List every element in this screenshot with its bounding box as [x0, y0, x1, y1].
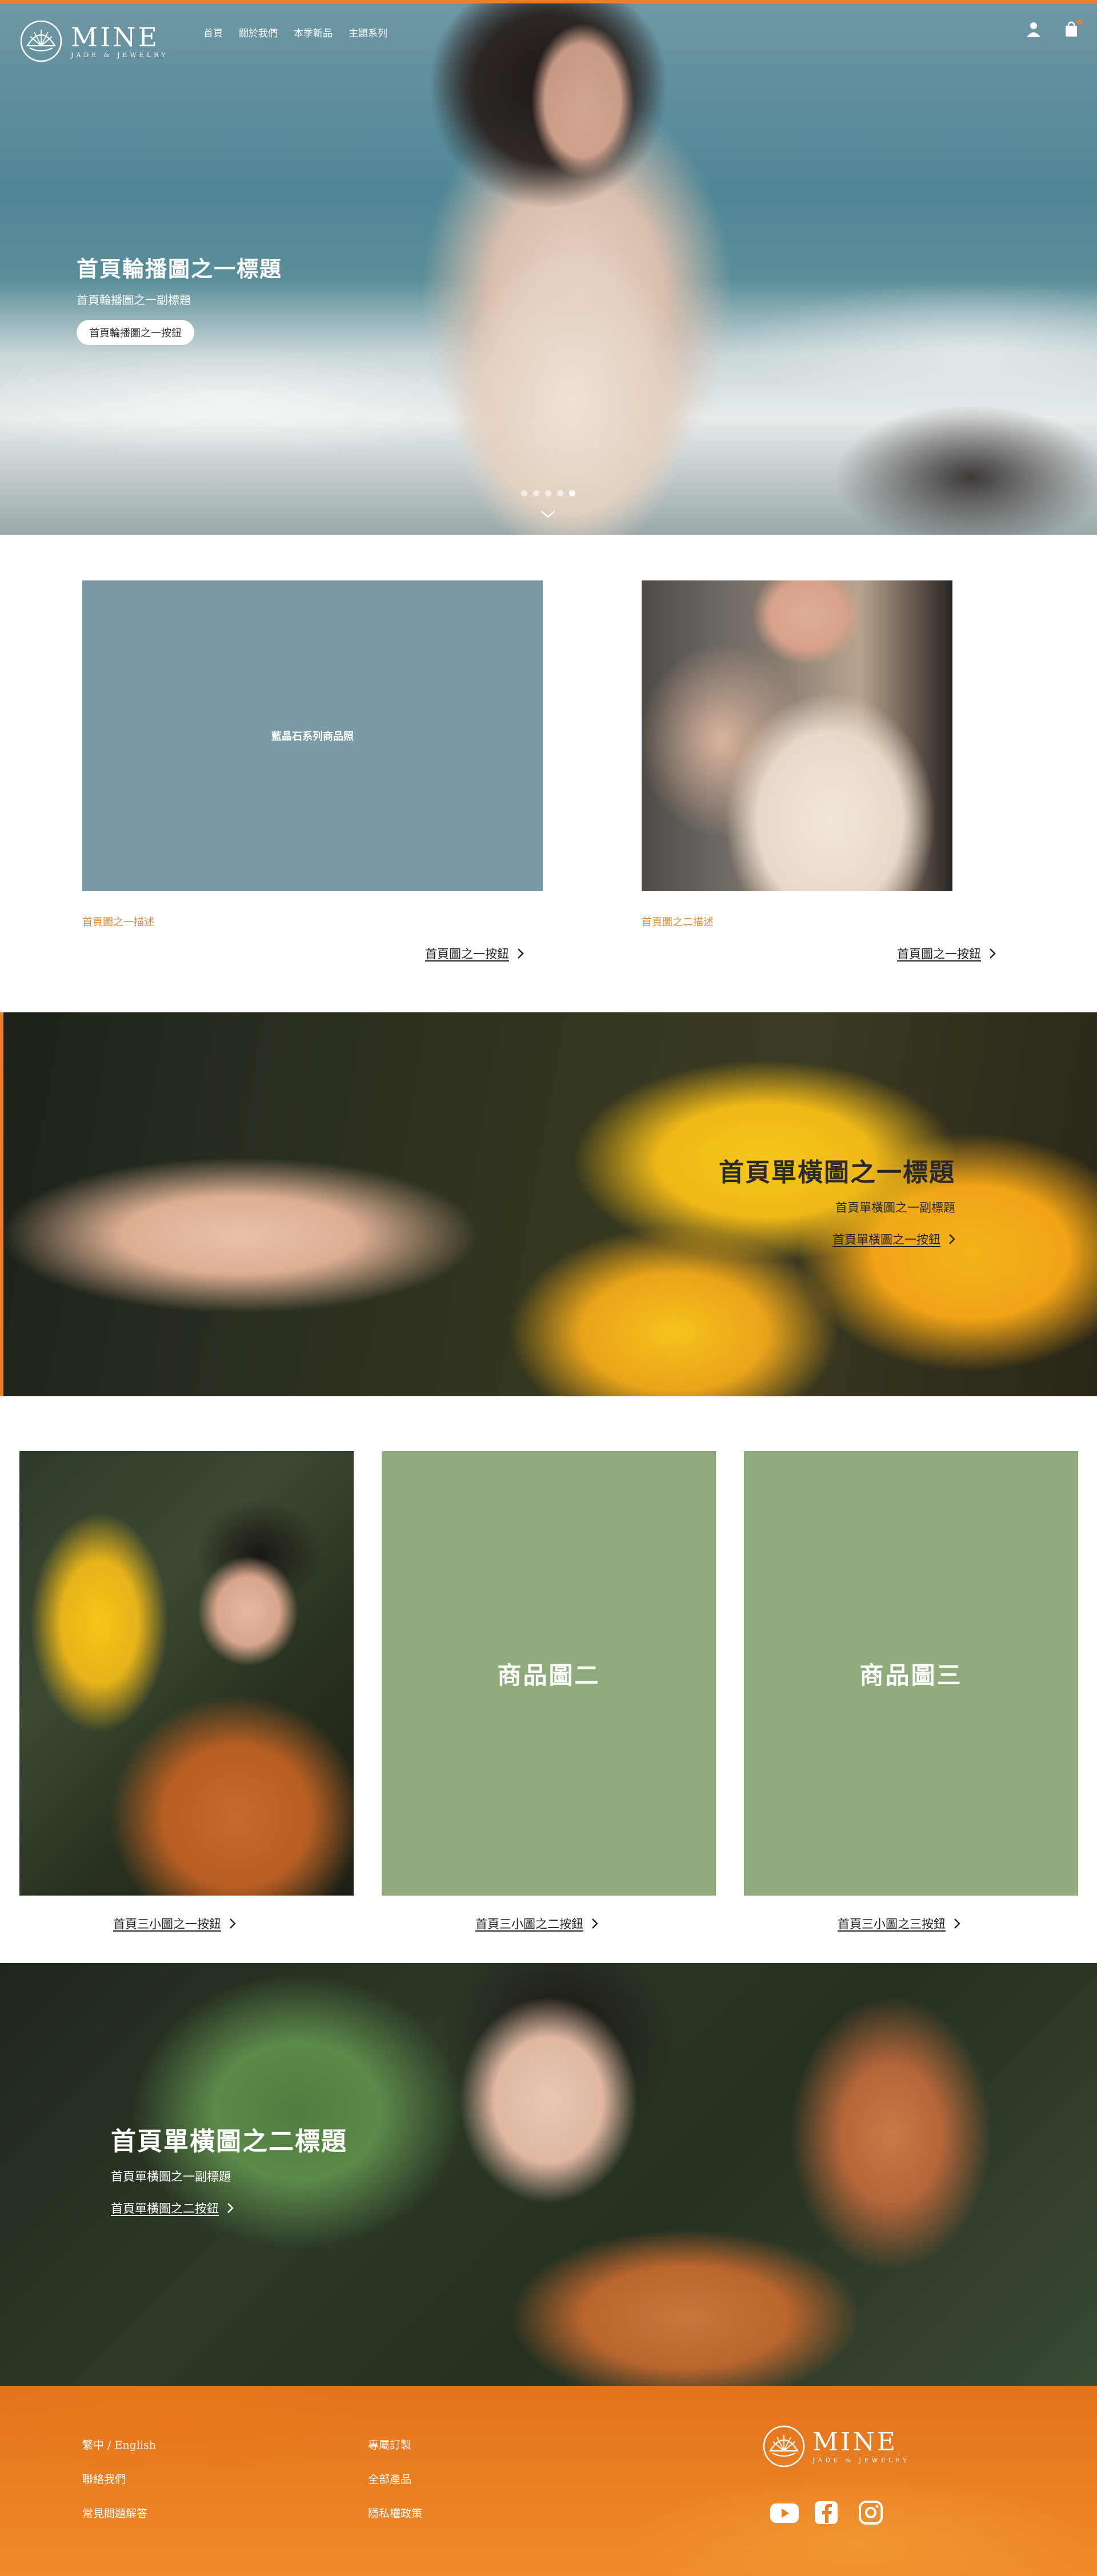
footer-link-contact[interactable]: 聯絡我們	[82, 2470, 156, 2489]
brand-name: MINE	[71, 21, 160, 53]
footer-column-2: 專屬訂製 全部產品 隱私權政策	[368, 2436, 422, 2523]
feature-card-kyanite[interactable]: 藍晶石系列商品照	[82, 580, 543, 891]
feature-card-label: 藍晶石系列商品照	[271, 731, 354, 743]
chevron-right-icon	[230, 1918, 236, 1929]
banner1-title: 首頁單橫圖之一標題	[719, 1158, 955, 1187]
shopping-bag-icon[interactable]	[1063, 19, 1082, 38]
nav-item-collections[interactable]: 主題系列	[349, 25, 387, 39]
chevron-right-icon	[954, 1918, 960, 1929]
footer-brand-name: MINE	[812, 2427, 898, 2457]
chevron-right-icon	[949, 1234, 955, 1244]
footer-link-privacy[interactable]: 隱私權政策	[368, 2505, 422, 2523]
small-card-button-2[interactable]: 首頁三小圖之二按鈕	[475, 1915, 598, 1932]
carousel-dot[interactable]	[569, 490, 575, 496]
hero-cta-button[interactable]: 首頁輪播圖之一按鈕	[77, 320, 194, 345]
header-icons	[1025, 19, 1082, 38]
carousel-dots	[521, 490, 575, 496]
facebook-icon[interactable]	[814, 2500, 839, 2525]
scroll-down-chevron-icon[interactable]	[541, 510, 555, 519]
small-card-button-1-label: 首頁三小圖之一按鈕	[113, 1917, 221, 1931]
small-card-product-2[interactable]: 商品圖二	[382, 1451, 716, 1896]
banner1-button-label: 首頁單橫圖之一按鈕	[832, 1233, 940, 1247]
site-header: MINE JADE & JEWELRY 首頁 關於我們 本季新品 主題系列	[0, 3, 1097, 66]
hero-subtitle: 首頁輪播圖之一副標題	[77, 293, 191, 307]
carousel-dot[interactable]	[533, 490, 539, 496]
brand-tagline: JADE & JEWELRY	[71, 51, 169, 59]
chevron-right-icon	[518, 948, 524, 959]
footer-link-faq[interactable]: 常見問題解答	[82, 2505, 156, 2523]
chevron-right-icon	[990, 948, 996, 959]
footer-link-all-products[interactable]: 全部產品	[368, 2470, 422, 2489]
small-card-button-2-label: 首頁三小圖之二按鈕	[475, 1917, 583, 1931]
user-icon[interactable]	[1025, 21, 1042, 38]
feature-description-2: 首頁圖之二描述	[642, 916, 714, 928]
chevron-right-icon	[227, 2203, 234, 2213]
footer-link-language[interactable]: 繁中 / English	[82, 2436, 156, 2454]
feature-button-2[interactable]: 首頁圖之一按鈕	[897, 945, 996, 962]
site-footer	[0, 2386, 1097, 2576]
small-card-product-3[interactable]: 商品圖三	[744, 1451, 1078, 1896]
banner2-title: 首頁單橫圖之二標題	[111, 2127, 347, 2156]
nav-item-about[interactable]: 關於我們	[239, 25, 278, 39]
footer-brand-tagline: JADE & JEWELRY	[812, 2456, 910, 2464]
footer-link-custom-order[interactable]: 專屬訂製	[368, 2436, 422, 2454]
shell-logo-icon	[763, 2425, 805, 2467]
banner2-button[interactable]: 首頁單橫圖之二按鈕	[111, 2200, 347, 2217]
banner-accent-border	[0, 1012, 3, 1396]
shell-logo-icon	[20, 20, 62, 62]
feature-description-1: 首頁圖之一描述	[82, 916, 154, 928]
cart-badge	[1077, 19, 1082, 25]
footer-column-1: 繁中 / English 聯絡我們 常見問題解答	[82, 2436, 156, 2523]
small-card-photo[interactable]	[19, 1451, 354, 1896]
feature-card-photo[interactable]	[642, 580, 952, 891]
youtube-icon[interactable]	[769, 2500, 799, 2525]
carousel-dot[interactable]	[557, 490, 563, 496]
small-card-label-2: 商品圖二	[497, 1661, 600, 1689]
social-links	[769, 2500, 883, 2525]
nav-item-new-arrivals[interactable]: 本季新品	[294, 25, 333, 39]
hero-model-photo	[377, 3, 811, 535]
small-card-button-3-label: 首頁三小圖之三按鈕	[838, 1917, 946, 1931]
brand-logo[interactable]: MINE JADE & JEWELRY	[19, 19, 168, 63]
carousel-dot[interactable]	[545, 490, 551, 496]
instagram-icon[interactable]	[858, 2500, 883, 2525]
carousel-dot[interactable]	[521, 490, 527, 496]
hero-content: 首頁輪播圖之一標題 首頁輪播圖之一副標題 首頁輪播圖之一按鈕	[77, 251, 282, 345]
small-card-label-3: 商品圖三	[859, 1661, 963, 1689]
chevron-right-icon	[592, 1918, 598, 1929]
small-card-button-1[interactable]: 首頁三小圖之一按鈕	[113, 1915, 236, 1932]
main-nav: 首頁 關於我們 本季新品 主題系列	[203, 25, 387, 39]
banner1-button[interactable]: 首頁單橫圖之一按鈕	[719, 1231, 955, 1248]
top-accent-line	[0, 0, 1097, 3]
footer-brand-logo[interactable]: MINE JADE & JEWELRY	[762, 2425, 910, 2468]
banner1-subtitle: 首頁單橫圖之一副標題	[835, 1201, 955, 1215]
banner2-content: 首頁單橫圖之二標題 首頁單橫圖之一副標題 首頁單橫圖之二按鈕	[111, 2121, 347, 2217]
feature-button-2-label: 首頁圖之一按鈕	[897, 947, 981, 961]
feature-button-1[interactable]: 首頁圖之一按鈕	[425, 945, 524, 962]
banner1-content: 首頁單橫圖之一標題 首頁單橫圖之一副標題 首頁單橫圖之一按鈕	[719, 1152, 955, 1248]
nav-item-home[interactable]: 首頁	[203, 25, 223, 39]
small-card-button-3[interactable]: 首頁三小圖之三按鈕	[838, 1915, 960, 1932]
feature-button-1-label: 首頁圖之一按鈕	[425, 947, 509, 961]
banner2-button-label: 首頁單橫圖之二按鈕	[111, 2202, 219, 2216]
banner2-subtitle: 首頁單橫圖之一副標題	[111, 2170, 231, 2184]
hero-title: 首頁輪播圖之一標題	[77, 256, 283, 282]
